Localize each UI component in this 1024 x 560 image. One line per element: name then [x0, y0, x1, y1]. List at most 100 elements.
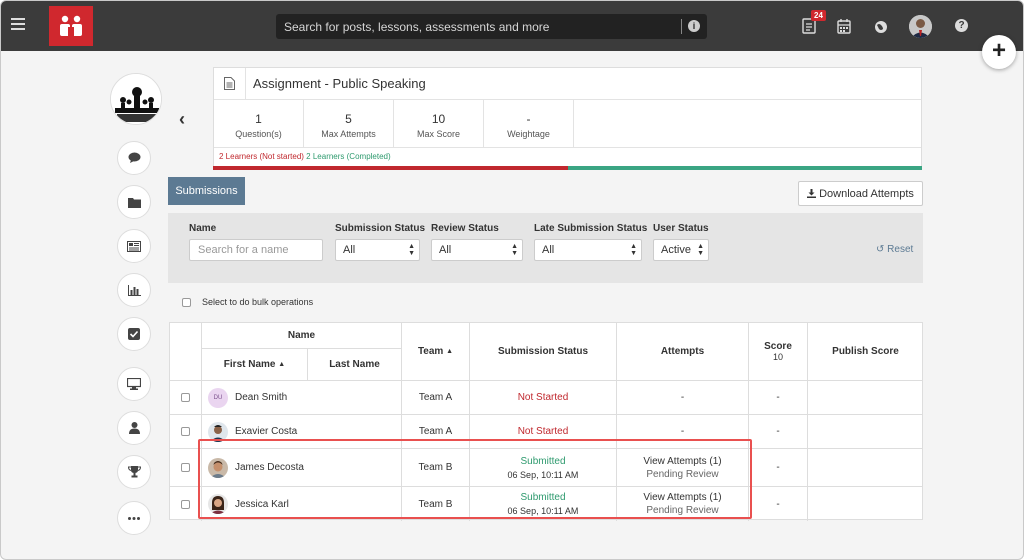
row-name-cell: DU Dean Smith	[202, 381, 402, 415]
header-first-name-label: First Name	[223, 359, 276, 370]
sidebar-achievements[interactable]	[117, 455, 151, 489]
bar-chart-icon	[127, 284, 141, 296]
sidebar-assessments[interactable]	[117, 317, 151, 351]
sidebar-more[interactable]	[117, 501, 151, 535]
select-arrows-icon: ▲ ▼	[630, 243, 637, 257]
select-arrows-icon: ▲ ▼	[697, 243, 704, 257]
header-score-label: Score	[764, 341, 792, 352]
app-window: i 24 ? +	[0, 0, 1024, 560]
highlight-box	[198, 439, 752, 519]
row-score: -	[749, 487, 808, 521]
completion-bar	[213, 166, 922, 170]
header-score-max: 10	[772, 352, 783, 362]
info-icon[interactable]: i	[688, 20, 700, 32]
header-first-name[interactable]: First Name ▲	[202, 349, 308, 381]
stat-max-attempts: 5 Max Attempts	[304, 100, 394, 147]
filter-panel: Name Submission Status All ▲▼ Review Sta…	[168, 213, 923, 283]
bulk-label: Select to do bulk operations	[202, 297, 314, 307]
row-publish-score	[808, 487, 923, 521]
reset-button[interactable]: ↺ Reset	[876, 244, 913, 255]
row-publish-score	[808, 381, 923, 415]
reset-icon: ↺	[876, 244, 885, 255]
header-checkbox-cell	[170, 323, 202, 381]
download-attempts-button[interactable]: Download Attempts	[798, 181, 923, 206]
name-search-input[interactable]	[189, 239, 323, 261]
row-score: -	[749, 381, 808, 415]
user-avatar[interactable]	[909, 15, 932, 38]
search-divider	[681, 19, 682, 34]
assignment-stats: 1 Question(s) 5 Max Attempts 10 Max Scor…	[214, 100, 921, 148]
stat-label: Question(s)	[235, 129, 282, 139]
sidebar-reports[interactable]	[117, 273, 151, 307]
filter-review-status-label: Review Status	[431, 223, 499, 234]
learner-name[interactable]: Dean Smith	[235, 392, 287, 403]
not-started-segment	[213, 166, 568, 170]
document-icon	[214, 67, 246, 100]
menu-icon[interactable]	[11, 18, 25, 30]
submission-status-select[interactable]: All ▲ ▼	[335, 239, 420, 261]
select-arrows-icon: ▲ ▼	[511, 243, 518, 257]
select-value: All	[343, 244, 356, 256]
sort-asc-icon: ▲	[278, 361, 286, 368]
download-attempts-label: Download Attempts	[819, 187, 914, 200]
sidebar-news[interactable]	[117, 229, 151, 263]
create-button[interactable]: +	[982, 35, 1016, 69]
sidebar-lessons[interactable]	[117, 367, 151, 401]
globe-icon[interactable]	[874, 19, 888, 35]
calendar-icon[interactable]	[837, 18, 851, 34]
review-status-select[interactable]: All ▲ ▼	[431, 239, 523, 261]
sidebar-discussion[interactable]	[117, 141, 151, 175]
assignment-card: Assignment - Public Speaking 1 Question(…	[213, 67, 922, 170]
row-checkbox[interactable]	[181, 499, 190, 509]
header-attempts: Attempts	[617, 323, 749, 381]
download-icon	[807, 189, 817, 198]
learners-summary: 2 Learners (Not started) 2 Learners (Com…	[214, 148, 921, 161]
checkbox-icon	[128, 328, 140, 340]
help-icon[interactable]: ?	[955, 19, 968, 32]
select-arrows-icon: ▲ ▼	[408, 243, 415, 257]
back-icon[interactable]: ‹	[179, 109, 185, 130]
late-submission-select[interactable]: All ▲ ▼	[534, 239, 642, 261]
sidebar-files[interactable]	[117, 185, 151, 219]
learners-not-started[interactable]: 2 Learners (Not started)	[219, 152, 304, 161]
global-search: i	[276, 14, 707, 39]
row-team: Team A	[402, 381, 470, 415]
row-publish-score	[808, 415, 923, 449]
assignment-header: Assignment - Public Speaking	[214, 67, 921, 100]
stat-label: Weightage	[507, 129, 550, 139]
select-value: Active	[661, 244, 691, 256]
header-score: Score 10	[749, 323, 808, 381]
assignment-title: Assignment - Public Speaking	[253, 76, 426, 91]
brand-logo[interactable]	[49, 6, 93, 46]
monitor-icon	[127, 378, 141, 390]
header-last-name[interactable]: Last Name	[308, 349, 402, 381]
bulk-checkbox[interactable]	[182, 297, 191, 307]
filter-user-status-label: User Status	[653, 223, 709, 234]
user-status-select[interactable]: Active ▲ ▼	[653, 239, 709, 261]
row-attempts: -	[617, 381, 749, 415]
select-value: All	[439, 244, 452, 256]
row-checkbox[interactable]	[181, 393, 190, 402]
filter-late-submission-label: Late Submission Status	[534, 223, 648, 234]
row-score: -	[749, 415, 808, 449]
stat-value: -	[526, 112, 531, 126]
row-checkbox[interactable]	[181, 427, 190, 436]
newspaper-icon	[127, 240, 141, 252]
trophy-icon	[127, 466, 141, 478]
select-value: All	[542, 244, 555, 256]
completed-segment	[567, 166, 922, 170]
bulk-select: Select to do bulk operations	[182, 297, 313, 307]
stat-value: 5	[345, 112, 352, 126]
row-checkbox[interactable]	[181, 463, 190, 472]
stat-value: 1	[255, 112, 262, 126]
sidebar-members[interactable]	[117, 411, 151, 445]
search-input[interactable]	[284, 18, 664, 35]
stat-questions: 1 Question(s)	[214, 100, 304, 147]
course-avatar[interactable]	[110, 73, 162, 125]
top-bar: i 24 ?	[1, 1, 1023, 51]
learner-name[interactable]: Exavier Costa	[235, 426, 297, 437]
filter-submission-status-label: Submission Status	[335, 223, 426, 234]
header-team[interactable]: Team ▲	[402, 323, 470, 381]
learners-completed[interactable]: 2 Learners (Completed)	[306, 152, 390, 161]
tab-submissions[interactable]: Submissions	[168, 177, 245, 205]
